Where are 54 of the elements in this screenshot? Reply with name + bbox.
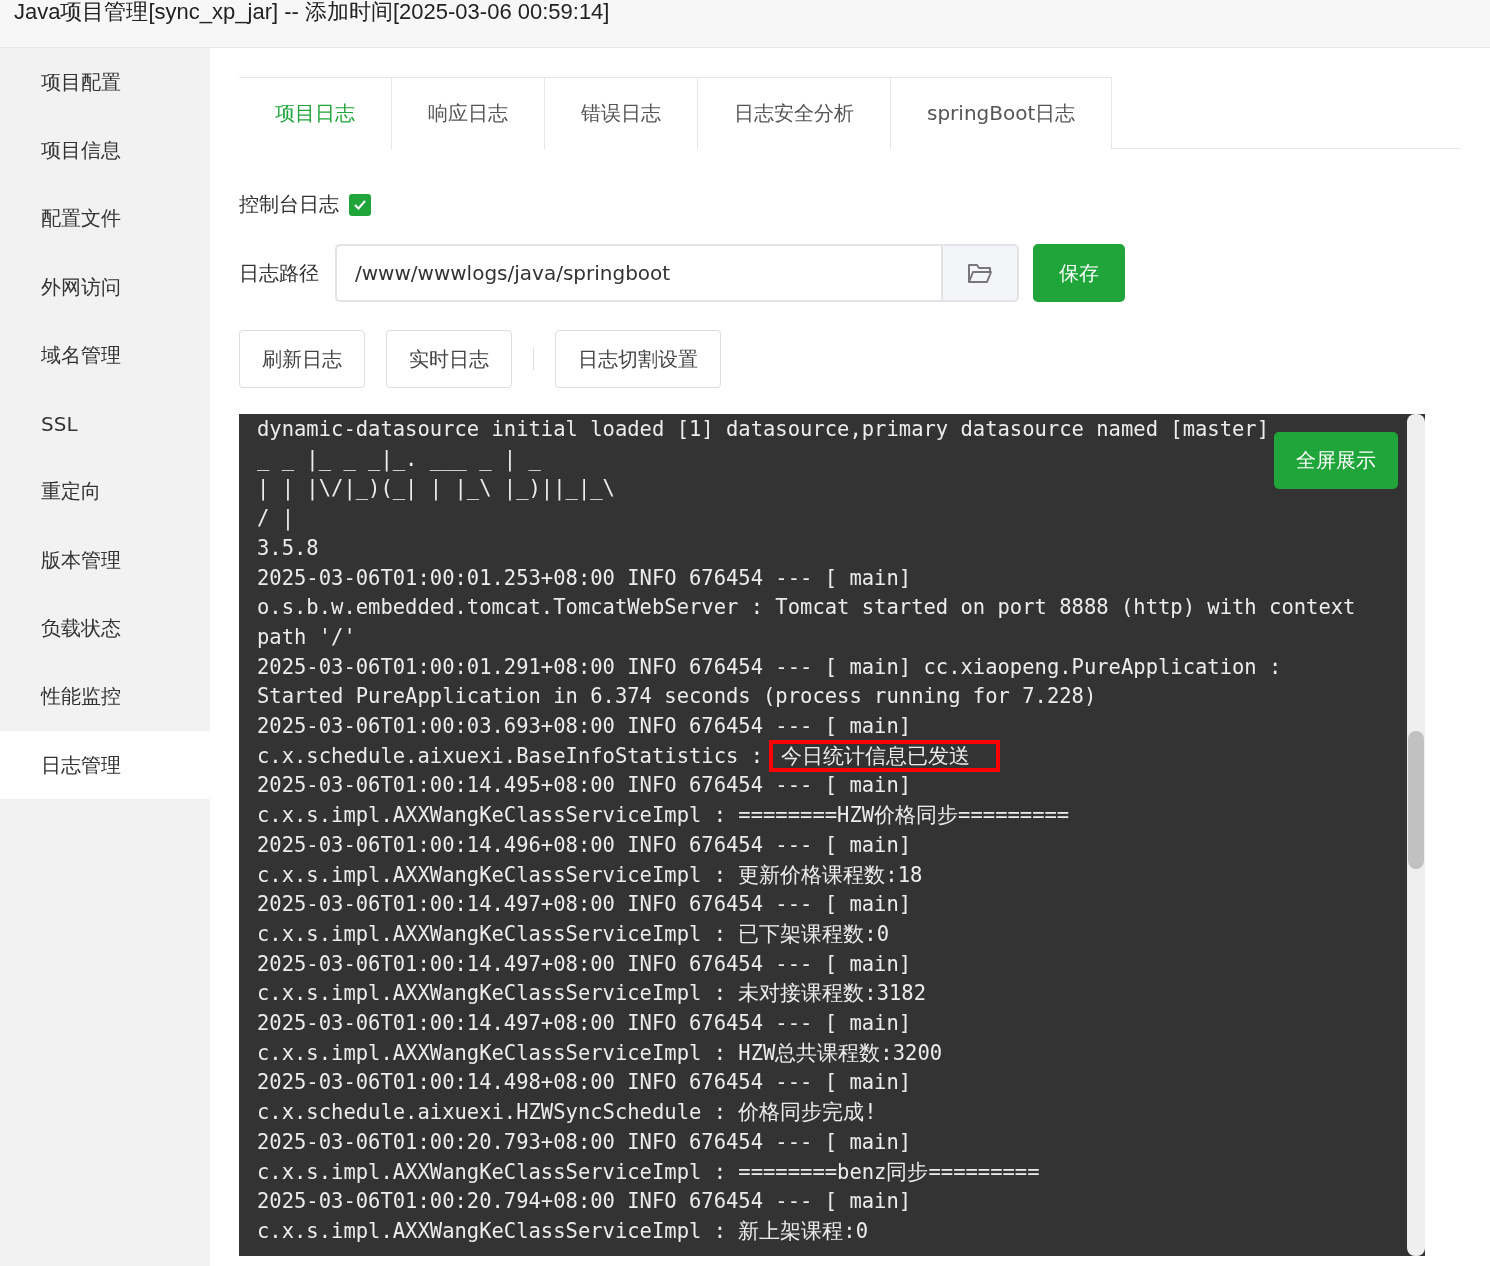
tab[interactable]: 错误日志: [545, 77, 698, 149]
sidebar-item[interactable]: 负载状态: [0, 594, 210, 663]
tab[interactable]: 响应日志: [392, 77, 545, 149]
window-title: Java项目管理[sync_xp_jar] -- 添加时间[2025-03-06 00:59:14]: [14, 0, 610, 25]
log-line: 3.5.8: [257, 534, 319, 562]
log-path-label: 日志路径: [239, 259, 319, 287]
log-line: 2025-03-06T01:00:01.253+08:00 INFO 676454 --- [ main]: [257, 564, 912, 592]
action-button[interactable]: 实时日志: [386, 330, 512, 388]
log-line: c.x.s.impl.AXXWangKeClassServiceImpl : ========benz同步=========: [257, 1158, 1040, 1186]
log-line: c.x.s.impl.AXXWangKeClassServiceImpl : HZW总共课程数:3200: [257, 1039, 943, 1067]
check-icon: [353, 198, 367, 211]
log-path-field[interactable]: /www/wwwlogs/java/springboot: [335, 244, 941, 302]
checkbox[interactable]: [349, 193, 371, 216]
sidebar-item[interactable]: 日志管理: [0, 730, 210, 800]
log-line: | | |\/|_)(_| | |_\ |_)||_|_\: [257, 475, 615, 503]
log-line: c.x.s.impl.AXXWangKeClassServiceImpl : 未对接课程数:3182: [257, 980, 927, 1008]
sidebar-item[interactable]: 配置文件: [0, 184, 210, 253]
sidebar-item[interactable]: 项目信息: [0, 116, 210, 185]
log-line: c.x.schedule.aixuexi.BaseInfoStatistics : 今日统计信息已发送: [257, 741, 1001, 772]
log-line: 2025-03-06T01:00:14.497+08:00 INFO 676454 --- [ main]: [257, 1010, 912, 1038]
log-line: _ _ |_ _ _|_. ___ _ | _: [257, 445, 541, 474]
log-line: 2025-03-06T01:00:14.495+08:00 INFO 676454 --- [ main]: [257, 772, 912, 800]
sidebar-item[interactable]: 域名管理: [0, 321, 210, 390]
sidebar-item[interactable]: 项目配置: [0, 48, 210, 117]
log-line: c.x.schedule.aixuexi.HZWSyncSchedule : 价格同步完成!: [257, 1099, 877, 1127]
log-line: 2025-03-06T01:00:14.497+08:00 INFO 676454 --- [ main]: [257, 891, 912, 919]
log-line: path '/': [257, 623, 356, 651]
action-button[interactable]: 刷新日志: [239, 330, 365, 388]
log-line: 2025-03-06T01:00:20.794+08:00 INFO 676454 --- [ main]: [257, 1188, 912, 1216]
log-line: c.x.s.impl.AXXWangKeClassServiceImpl : ========HZW价格同步=========: [257, 802, 1070, 830]
log-line: dynamic-datasource initial loaded [1] datasource,primary datasource named [master]: [257, 416, 1270, 443]
sidebar-item[interactable]: 外网访问: [0, 252, 210, 322]
tab[interactable]: 日志安全分析: [698, 77, 891, 149]
sidebar-item[interactable]: 重定向: [0, 457, 210, 527]
log-line: o.s.b.w.embedded.tomcat.TomcatWebServer : Tomcat started on port 8888 (http) with context: [257, 594, 1356, 622]
log-line: c.x.s.impl.AXXWangKeClassServiceImpl : 更新价格课程数:18: [257, 861, 923, 889]
log-line: / |: [257, 505, 295, 533]
log-line: 2025-03-06T01:00:14.496+08:00 INFO 676454 --- [ main]: [257, 831, 912, 859]
sidebar-item[interactable]: SSL: [0, 389, 210, 458]
log-line: 2025-03-06T01:00:14.497+08:00 INFO 676454 --- [ main]: [257, 950, 912, 978]
action-button[interactable]: 日志切割设置: [555, 330, 721, 388]
log-line: c.x.s.impl.AXXWangKeClassServiceImpl : 已下架课程数:0: [257, 920, 890, 948]
sidebar-item[interactable]: 性能监控: [0, 662, 210, 731]
scrollbar[interactable]: [1407, 414, 1425, 1256]
log-line: 2025-03-06T01:00:03.693+08:00 INFO 676454 --- [ main]: [257, 713, 912, 741]
log-line: c.x.s.impl.AXXWangKeClassServiceImpl : 新上架课程:0: [257, 1218, 869, 1245]
log-line: 2025-03-06T01:00:14.498+08:00 INFO 676454 --- [ main]: [257, 1069, 912, 1097]
folder-icon[interactable]: [967, 262, 993, 284]
log-line: 2025-03-06T01:00:01.291+08:00 INFO 676454 --- [ main] cc.xiaopeng.PureApplication :: [257, 653, 1282, 681]
tab[interactable]: springBoot日志: [891, 77, 1113, 149]
log-line: Started PureApplication in 6.374 seconds (process running for 7.228): [257, 683, 1097, 711]
sidebar-item[interactable]: 版本管理: [0, 526, 210, 595]
log-line: 2025-03-06T01:00:20.793+08:00 INFO 676454 --- [ main]: [257, 1128, 912, 1156]
console-log-label: 控制台日志: [239, 191, 339, 218]
